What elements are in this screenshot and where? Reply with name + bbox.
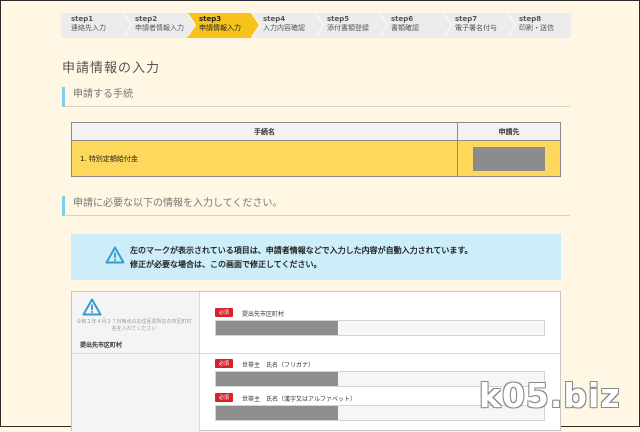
- step-3: step3 申請情報入力: [187, 13, 260, 38]
- procedure-name-cell: 1. 特別定額給付金: [71, 140, 458, 177]
- step-label: 入力内容確認: [263, 24, 305, 32]
- warning-icon: [105, 246, 125, 268]
- field-label-head-kana: 世帯主 氏名（フリガナ）: [242, 362, 315, 369]
- step-number: step5: [327, 15, 350, 23]
- section-heading-text: 申請する手続: [73, 89, 133, 100]
- step-2: step2 申請者情報入力: [123, 13, 196, 38]
- step-8: step8 印刷・送信: [507, 13, 571, 38]
- watermark-text: k05.biz: [479, 376, 621, 415]
- row-label-municipality: 提出先市区町村: [80, 342, 123, 349]
- column-header-destination: 申請先: [457, 122, 561, 141]
- form-label-column: 令和２年４月２７日時点のお住民票所在の市区町村名を入れてください 提出先市区町村: [72, 292, 200, 432]
- step-label: 添付書類登録: [327, 24, 369, 32]
- required-badge: 必須: [215, 393, 234, 402]
- notice-line-1: 左のマークが表示されている項目は、申請者情報などで入力した内容が自動入力されてい…: [130, 246, 473, 255]
- municipality-input[interactable]: [215, 320, 545, 336]
- row-divider: [72, 353, 560, 354]
- procedure-table: 手続名 申請先 1. 特別定額給付金: [71, 122, 561, 177]
- redacted-value: [216, 406, 338, 420]
- step-number: step3: [199, 15, 222, 23]
- redacted-block: [473, 146, 545, 171]
- step-label: 電子署名付与: [455, 24, 497, 32]
- step-number: step7: [455, 15, 478, 23]
- step-1: step1 連絡先入力: [61, 13, 132, 38]
- step-number: step2: [135, 15, 158, 23]
- step-label: 連絡先入力: [71, 24, 106, 32]
- step-number: step1: [71, 15, 94, 23]
- step-7: step7 電子署名付与: [443, 13, 516, 38]
- step-label: 申請情報入力: [199, 24, 241, 32]
- table-row: 1. 特別定額給付金: [71, 140, 561, 177]
- notice-line-2: 修正が必要な場合は、この画面で修正してください。: [130, 260, 322, 269]
- redacted-value: [216, 372, 338, 386]
- autofill-notice: 左のマークが表示されている項目は、申請者情報などで入力した内容が自動入力されてい…: [71, 234, 561, 280]
- field-note: 令和２年４月２７日時点のお住民票所在の市区町村名を入れてください: [76, 319, 192, 332]
- page-title: 申請情報の入力: [62, 61, 161, 76]
- required-badge: 必須: [215, 308, 234, 317]
- section-heading-text: 申請に必要な以下の情報を入力してください。: [73, 198, 283, 209]
- field-label-head-kanji: 世帯主 氏名（漢字又はアルファベット）: [242, 396, 356, 403]
- step-5: step5 添付書類登録: [315, 13, 388, 38]
- step-number: step8: [519, 15, 542, 23]
- section-heading-required-info: 申請に必要な以下の情報を入力してください。: [62, 196, 570, 216]
- step-label: 印刷・送信: [519, 24, 554, 32]
- destination-cell: [457, 140, 561, 177]
- step-number: step4: [263, 15, 286, 23]
- step-label: 書類確認: [391, 24, 419, 32]
- section-heading-procedure: 申請する手続: [62, 87, 570, 107]
- step-number: step6: [391, 15, 414, 23]
- autofill-warning-icon: [82, 298, 102, 320]
- required-badge: 必須: [215, 359, 234, 368]
- progress-stepper: step1 連絡先入力 step2 申請者情報入力 step3 申請情報入力 step4 入力…: [61, 13, 571, 38]
- redacted-value: [216, 321, 338, 335]
- column-header-procedure-name: 手続名: [71, 122, 458, 141]
- step-6: step6 書類確認: [379, 13, 452, 38]
- step-4: step4 入力内容確認: [251, 13, 324, 38]
- step-label: 申請者情報入力: [135, 24, 184, 32]
- field-label-municipality: 提出先市区町村: [242, 311, 285, 318]
